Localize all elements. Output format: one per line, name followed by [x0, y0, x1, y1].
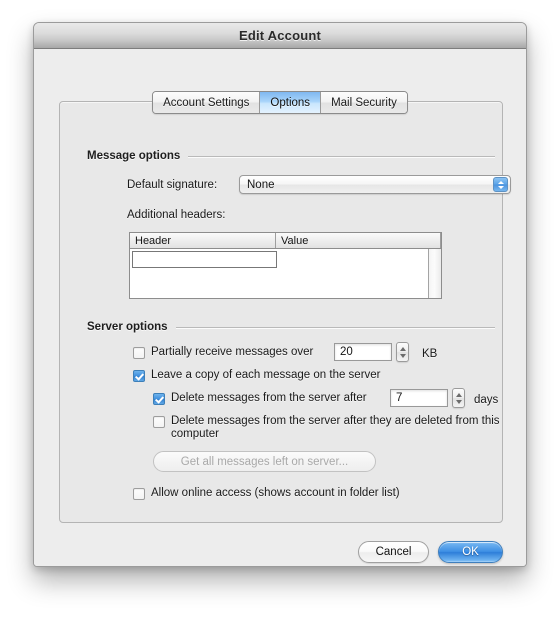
leave-copy-checkbox[interactable]	[133, 370, 145, 382]
delete-when-deleted-label: Delete messages from the server after th…	[171, 415, 500, 440]
cancel-button[interactable]: Cancel	[358, 541, 429, 563]
header-cell-input[interactable]	[132, 251, 277, 268]
divider-line	[188, 155, 495, 157]
additional-headers-label: Additional headers:	[127, 209, 226, 221]
partially-receive-size-input[interactable]: 20	[334, 343, 392, 361]
allow-online-access-checkbox[interactable]	[133, 488, 145, 500]
get-all-messages-button[interactable]: Get all messages left on server...	[153, 451, 376, 472]
server-options-group-header: Server options	[87, 321, 495, 333]
tab-mail-security[interactable]: Mail Security	[321, 92, 407, 113]
partially-receive-size-value: 20	[340, 346, 353, 358]
tab-group: Account Settings Options Mail Security	[152, 91, 408, 114]
delete-when-deleted-checkbox-row[interactable]: Delete messages from the server after th…	[153, 415, 503, 441]
delete-after-unit-label: days	[474, 394, 499, 406]
partially-receive-stepper[interactable]	[396, 342, 409, 362]
partially-receive-checkbox[interactable]	[133, 347, 145, 359]
tab-account-settings[interactable]: Account Settings	[153, 92, 261, 113]
chevron-up-icon	[497, 180, 504, 184]
delete-after-days-value: 7	[396, 392, 403, 404]
delete-after-stepper[interactable]	[452, 388, 465, 408]
window-body: Account Settings Options Mail Security M…	[34, 49, 526, 566]
tab-bar: Account Settings Options Mail Security	[34, 91, 526, 114]
leave-copy-checkbox-row[interactable]: Leave a copy of each message on the serv…	[133, 369, 381, 382]
allow-online-access-label: Allow online access (shows account in fo…	[151, 487, 400, 499]
divider-line	[175, 326, 495, 328]
delete-when-deleted-checkbox[interactable]	[153, 416, 165, 428]
column-header-header[interactable]: Header	[130, 233, 276, 248]
chevron-updown-icon	[493, 177, 508, 192]
title-bar[interactable]: Edit Account	[34, 23, 526, 49]
delete-after-label: Delete messages from the server after	[171, 392, 367, 404]
stepper-down-icon[interactable]	[455, 399, 462, 404]
tab-options[interactable]: Options	[260, 92, 322, 113]
message-options-group-header: Message options	[87, 150, 495, 162]
partially-receive-label: Partially receive messages over	[151, 346, 314, 358]
default-signature-value: None	[247, 178, 275, 191]
ok-button[interactable]: OK	[438, 541, 503, 563]
column-header-value[interactable]: Value	[276, 233, 441, 248]
options-content: Message options Default signature: None …	[34, 49, 526, 566]
table-vertical-scrollbar[interactable]	[428, 249, 441, 298]
allow-online-access-checkbox-row[interactable]: Allow online access (shows account in fo…	[133, 487, 400, 500]
default-signature-popup[interactable]: None	[239, 175, 511, 194]
stepper-up-icon[interactable]	[399, 346, 406, 351]
default-signature-label: Default signature:	[127, 179, 218, 191]
message-options-title: Message options	[87, 150, 181, 162]
additional-headers-table[interactable]: Header Value	[129, 232, 442, 299]
partially-receive-checkbox-row[interactable]: Partially receive messages over	[133, 346, 313, 359]
partially-receive-unit-label: KB	[422, 348, 438, 360]
window-title: Edit Account	[238, 28, 322, 43]
delete-after-checkbox[interactable]	[153, 393, 165, 405]
chevron-down-icon	[497, 185, 504, 189]
delete-after-checkbox-row[interactable]: Delete messages from the server after	[153, 392, 367, 405]
delete-after-days-input[interactable]: 7	[390, 389, 448, 407]
stepper-up-icon[interactable]	[455, 392, 462, 397]
server-options-title: Server options	[87, 321, 168, 333]
edit-account-dialog: Edit Account Account Settings Options Ma…	[33, 22, 527, 567]
table-header-row: Header Value	[130, 233, 441, 249]
table-body[interactable]	[130, 249, 441, 298]
leave-copy-label: Leave a copy of each message on the serv…	[151, 369, 381, 381]
stepper-down-icon[interactable]	[399, 353, 406, 358]
